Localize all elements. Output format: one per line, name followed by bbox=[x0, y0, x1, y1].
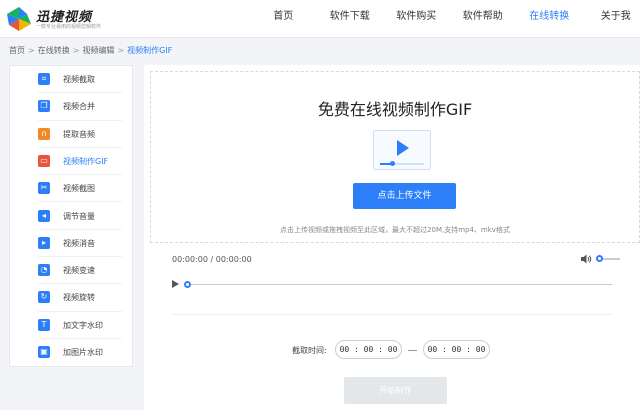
current-time: 00:00:00 bbox=[172, 255, 208, 264]
sidebar-item-label: 视频截取 bbox=[63, 75, 95, 84]
sidebar-item-video-rotate[interactable]: ↻ 视频旋转 bbox=[10, 284, 132, 312]
nav-home[interactable]: 首页 bbox=[250, 0, 317, 38]
text-watermark-icon: T bbox=[38, 318, 50, 331]
merge-icon: ❐ bbox=[38, 100, 50, 113]
nav-help[interactable]: 软件帮助 bbox=[450, 0, 517, 38]
sidebar-item-label: 视频旋转 bbox=[63, 293, 95, 303]
nav-about[interactable]: 关于我 bbox=[583, 0, 640, 38]
rotate-icon: ↻ bbox=[38, 291, 50, 304]
breadcrumb-separator: > bbox=[72, 46, 80, 55]
sidebar-item-image-watermark[interactable]: ▣ 加图片水印 bbox=[10, 339, 132, 366]
image-watermark-icon: ▣ bbox=[38, 346, 50, 358]
upload-file-button[interactable]: 点击上传文件 bbox=[353, 183, 456, 209]
breadcrumb-current: 视频制作GIF bbox=[127, 46, 173, 55]
sidebar-item-video-mute[interactable]: ▸ 视频消音 bbox=[10, 230, 132, 258]
sidebar-item-text-watermark[interactable]: T 加文字水印 bbox=[10, 312, 132, 339]
breadcrumb-online-convert[interactable]: 在线转换 bbox=[38, 46, 70, 55]
start-time-input[interactable]: 00 : 00 : 00 bbox=[335, 340, 402, 359]
main-panel: 免费在线视频制作GIF 点击上传文件 点击上传视频或拖拽视频至此区域，最大不超过… bbox=[144, 65, 640, 410]
sidebar-item-video-gif[interactable]: ▭ 视频制作GIF bbox=[10, 148, 132, 176]
volume-slider-handle[interactable] bbox=[596, 255, 603, 262]
start-make-button[interactable]: 开始制作 bbox=[344, 377, 447, 404]
mute-video-icon: ▸ bbox=[38, 236, 50, 249]
volume-icon: ◂ bbox=[38, 209, 50, 222]
tool-sidebar: ⌗ 视频截取 ❐ 视频合并 ∩ 提取音频 ▭ 视频制作GIF ✂ 视频截图 ◂ … bbox=[9, 65, 133, 367]
sidebar-item-label: 视频消音 bbox=[63, 238, 95, 248]
top-header: 迅捷视频 一款专业易用的视频剪辑软件 首页 软件下载 软件购买 软件帮助 在线转… bbox=[0, 0, 640, 38]
breadcrumb-separator: > bbox=[28, 46, 35, 55]
sidebar-item-label: 视频制作GIF bbox=[63, 156, 109, 166]
upload-hint: 点击上传视频或拖拽视频至此区域，最大不超过20M,支持mp4、mkv格式 bbox=[280, 226, 510, 234]
total-time: 00:00:00 bbox=[215, 255, 252, 264]
sidebar-item-adjust-volume[interactable]: ◂ 调节音量 bbox=[10, 203, 132, 230]
breadcrumb-separator: > bbox=[117, 46, 125, 55]
player-progress-row bbox=[172, 279, 612, 291]
sidebar-item-label: 视频变速 bbox=[63, 266, 95, 276]
sidebar-item-video-crop[interactable]: ⌗ 视频截取 bbox=[10, 66, 132, 94]
player-time-row: 00:00:00 / 00:00:00 bbox=[172, 253, 620, 267]
speaker-icon[interactable] bbox=[580, 253, 592, 265]
page-title: 免费在线视频制作GIF bbox=[317, 100, 473, 119]
time-range-dash bbox=[408, 350, 417, 351]
logo-icon bbox=[7, 7, 31, 31]
sidebar-item-video-merge[interactable]: ❐ 视频合并 bbox=[10, 93, 132, 121]
nav-online-convert[interactable]: 在线转换 bbox=[516, 0, 583, 38]
divider bbox=[172, 314, 612, 315]
video-play-icon bbox=[373, 130, 431, 170]
brand-logo[interactable]: 迅捷视频 一款专业易用的视频剪辑软件 bbox=[6, 4, 116, 34]
crop-icon: ⌗ bbox=[38, 73, 50, 85]
sidebar-item-label: 视频截图 bbox=[63, 184, 95, 194]
playback-time: 00:00:00 / 00:00:00 bbox=[172, 255, 252, 264]
breadcrumb-home[interactable]: 首页 bbox=[9, 46, 25, 55]
sidebar-item-label: 加文字水印 bbox=[63, 320, 103, 330]
speedometer-icon: ◔ bbox=[38, 264, 50, 277]
play-icon[interactable] bbox=[172, 280, 179, 288]
sidebar-item-label: 提取音频 bbox=[63, 129, 95, 139]
nav-download[interactable]: 软件下载 bbox=[317, 0, 384, 38]
scissors-icon: ✂ bbox=[38, 182, 50, 195]
breadcrumb: 首页 > 在线转换 > 视频编辑 > 视频制作GIF bbox=[9, 45, 172, 56]
breadcrumb-video-edit[interactable]: 视频编辑 bbox=[82, 46, 114, 55]
sidebar-item-label: 调节音量 bbox=[63, 211, 95, 221]
gif-icon: ▭ bbox=[38, 154, 50, 167]
nav-purchase[interactable]: 软件购买 bbox=[383, 0, 450, 38]
progress-bar[interactable] bbox=[186, 284, 612, 285]
sidebar-item-video-speed[interactable]: ◔ 视频变速 bbox=[10, 257, 132, 285]
brand-slogan: 一款专业易用的视频剪辑软件 bbox=[36, 24, 102, 30]
sidebar-item-video-screenshot[interactable]: ✂ 视频截图 bbox=[10, 175, 132, 203]
main-nav: 首页 软件下载 软件购买 软件帮助 在线转换 关于我 bbox=[250, 0, 640, 38]
sidebar-item-label: 视频合并 bbox=[63, 102, 95, 112]
upload-dropzone[interactable]: 免费在线视频制作GIF 点击上传文件 点击上传视频或拖拽视频至此区域，最大不超过… bbox=[150, 71, 640, 243]
headphones-icon: ∩ bbox=[38, 127, 50, 140]
crop-time-label: 截取时间: bbox=[292, 346, 327, 355]
sidebar-item-label: 加图片水印 bbox=[63, 348, 103, 357]
progress-handle[interactable] bbox=[184, 281, 191, 288]
time-separator: / bbox=[210, 255, 214, 264]
sidebar-item-extract-audio[interactable]: ∩ 提取音频 bbox=[10, 121, 132, 148]
end-time-input[interactable]: 00 : 00 : 00 bbox=[423, 340, 490, 359]
